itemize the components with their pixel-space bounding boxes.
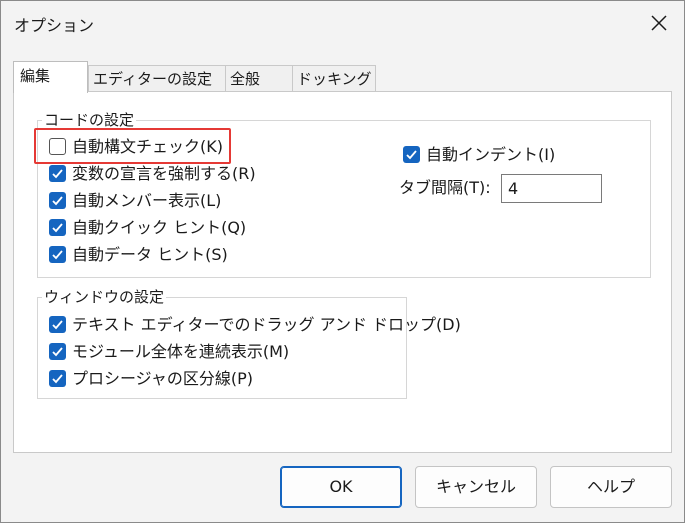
checkbox-checked[interactable] — [49, 219, 66, 236]
tab-width-input[interactable] — [501, 174, 602, 203]
option-label: テキスト エディターでのドラッグ アンド ドロップ(D) — [72, 315, 461, 334]
checkbox-checked[interactable] — [49, 246, 66, 263]
options-dialog: オプション 編集 エディターの設定 全般 ドッキング コードの設定 ウィンドウの… — [0, 0, 685, 523]
tab-editor-settings[interactable]: エディターの設定 — [88, 65, 226, 91]
check-icon — [52, 347, 63, 357]
checkbox-checked[interactable] — [49, 165, 66, 182]
option-label: 変数の宣言を強制する(R) — [72, 164, 256, 183]
check-icon — [52, 320, 63, 330]
check-icon — [52, 223, 63, 233]
highlight-annotation — [34, 128, 231, 164]
checkbox-checked[interactable] — [49, 192, 66, 209]
check-icon — [52, 374, 63, 384]
option-label: 自動メンバー表示(L) — [72, 191, 222, 210]
check-icon — [406, 150, 417, 160]
option-label: プロシージャの区分線(P) — [72, 369, 254, 388]
checkbox-checked[interactable] — [49, 343, 66, 360]
window-settings-label: ウィンドウの設定 — [42, 288, 167, 306]
tab-width-label: タブ間隔(T): — [399, 178, 491, 197]
dialog-title: オプション — [14, 16, 95, 35]
check-icon — [52, 169, 63, 179]
check-icon — [52, 250, 63, 260]
checkbox-checked[interactable] — [49, 316, 66, 333]
title-bar: オプション — [1, 1, 684, 45]
code-settings-label: コードの設定 — [42, 111, 137, 129]
option-label: モジュール全体を連続表示(M) — [72, 342, 290, 361]
option-label: 自動インデント(I) — [426, 145, 556, 164]
ok-button[interactable]: OK — [280, 466, 402, 508]
help-button[interactable]: ヘルプ — [550, 466, 672, 508]
check-icon — [52, 196, 63, 206]
option-label: 自動データ ヒント(S) — [72, 245, 228, 264]
tab-edit[interactable]: 編集 — [13, 61, 88, 93]
close-button[interactable] — [641, 7, 677, 39]
tab-docking[interactable]: ドッキング — [292, 65, 376, 91]
tab-general[interactable]: 全般 — [225, 65, 293, 91]
cancel-button[interactable]: キャンセル — [415, 466, 537, 508]
checkbox-checked[interactable] — [403, 146, 420, 163]
checkbox-checked[interactable] — [49, 370, 66, 387]
close-icon — [651, 15, 667, 31]
option-label: 自動クイック ヒント(Q) — [72, 218, 247, 237]
